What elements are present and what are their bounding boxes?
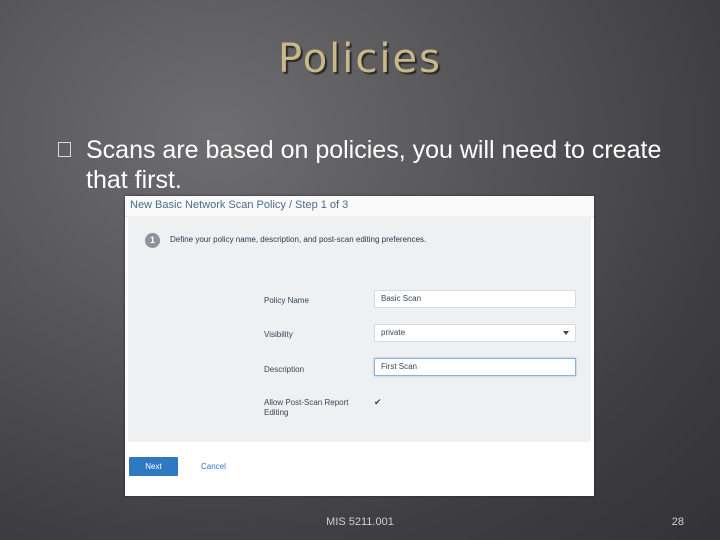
visibility-label: Visibility [264, 330, 293, 339]
post-scan-editing-label: Allow Post-Scan Report Editing [264, 398, 349, 417]
policy-name-label: Policy Name [264, 296, 309, 305]
step-number-icon: 1 [145, 233, 160, 248]
visibility-value: private [381, 328, 406, 337]
embedded-screenshot: New Basic Network Scan Policy / Step 1 o… [125, 196, 594, 496]
policy-wizard-header: New Basic Network Scan Policy / Step 1 o… [125, 196, 594, 217]
cancel-button[interactable]: Cancel [201, 457, 226, 476]
bullet-text: Scans are based on policies, you will ne… [86, 136, 662, 194]
slide-title: Policies [278, 36, 442, 82]
post-scan-editing-checkbox[interactable]: ✔ [374, 397, 382, 408]
step-instructions: Define your policy name, description, an… [170, 235, 427, 244]
description-label: Description [264, 365, 305, 374]
visibility-select[interactable]: private [374, 324, 576, 342]
description-input[interactable]: First Scan [374, 358, 576, 376]
policy-name-input[interactable]: Basic Scan [374, 290, 576, 308]
policy-form-panel: 1 Define your policy name, description, … [128, 216, 591, 442]
wizard-title: New Basic Network Scan Policy / Step 1 o… [130, 199, 349, 211]
chevron-down-icon [563, 331, 569, 335]
slide-footer: MIS 5211.001 [326, 516, 394, 528]
bullet-box-icon [58, 142, 71, 157]
next-button[interactable]: Next [129, 457, 178, 476]
page-number: 28 [671, 516, 684, 528]
